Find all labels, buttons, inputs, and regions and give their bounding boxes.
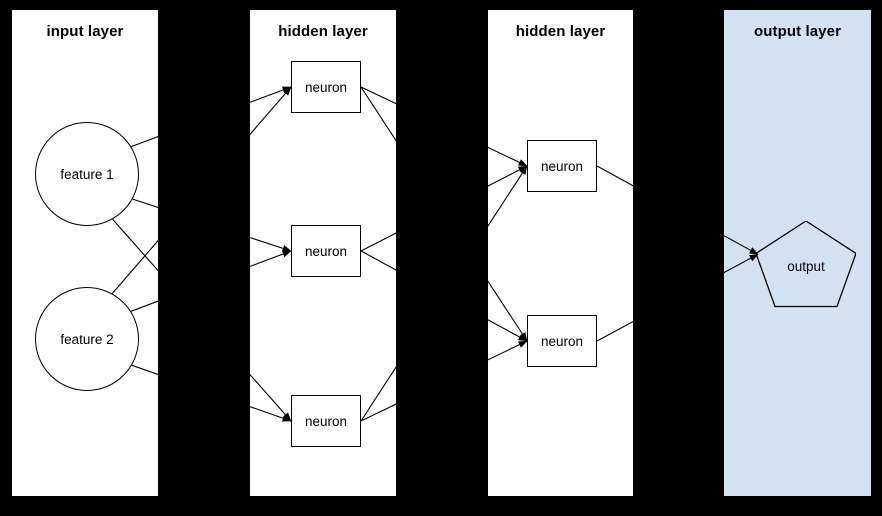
node-label-output-node: output — [787, 258, 825, 274]
layer-title-output-layer: output layer — [753, 23, 842, 40]
diagram-canvas: input layer hidden layer hidden layer outpu… — [0, 0, 882, 516]
node-label-feature-2: feature 2 — [60, 331, 114, 347]
layer-title-hidden-layer-2: hidden layer — [515, 23, 606, 40]
node-label-hidden1-neuron-3: neuron — [304, 413, 348, 429]
node-label-hidden1-neuron-1: neuron — [304, 79, 348, 95]
node-feature-1[interactable]: feature 1 — [35, 122, 139, 226]
node-hidden1-neuron-1[interactable]: neuron — [291, 61, 361, 113]
node-hidden1-neuron-3[interactable]: neuron — [291, 395, 361, 447]
node-label-hidden2-neuron-1: neuron — [540, 158, 584, 174]
node-hidden1-neuron-2[interactable]: neuron — [291, 225, 361, 277]
node-label-hidden1-neuron-2: neuron — [304, 243, 348, 259]
node-feature-2[interactable]: feature 2 — [35, 287, 139, 391]
layer-title-input-layer: input layer — [46, 23, 124, 40]
layer-panel-input-layer: input layer — [12, 10, 158, 496]
layer-panel-hidden-layer-2: hidden layer — [488, 10, 633, 496]
node-hidden2-neuron-2[interactable]: neuron — [527, 315, 597, 367]
node-label-feature-1: feature 1 — [60, 166, 114, 182]
layer-title-hidden-layer-1: hidden layer — [278, 23, 368, 40]
node-output-node[interactable]: output — [756, 221, 856, 311]
node-hidden2-neuron-1[interactable]: neuron — [527, 140, 597, 192]
node-label-hidden2-neuron-2: neuron — [540, 333, 584, 349]
